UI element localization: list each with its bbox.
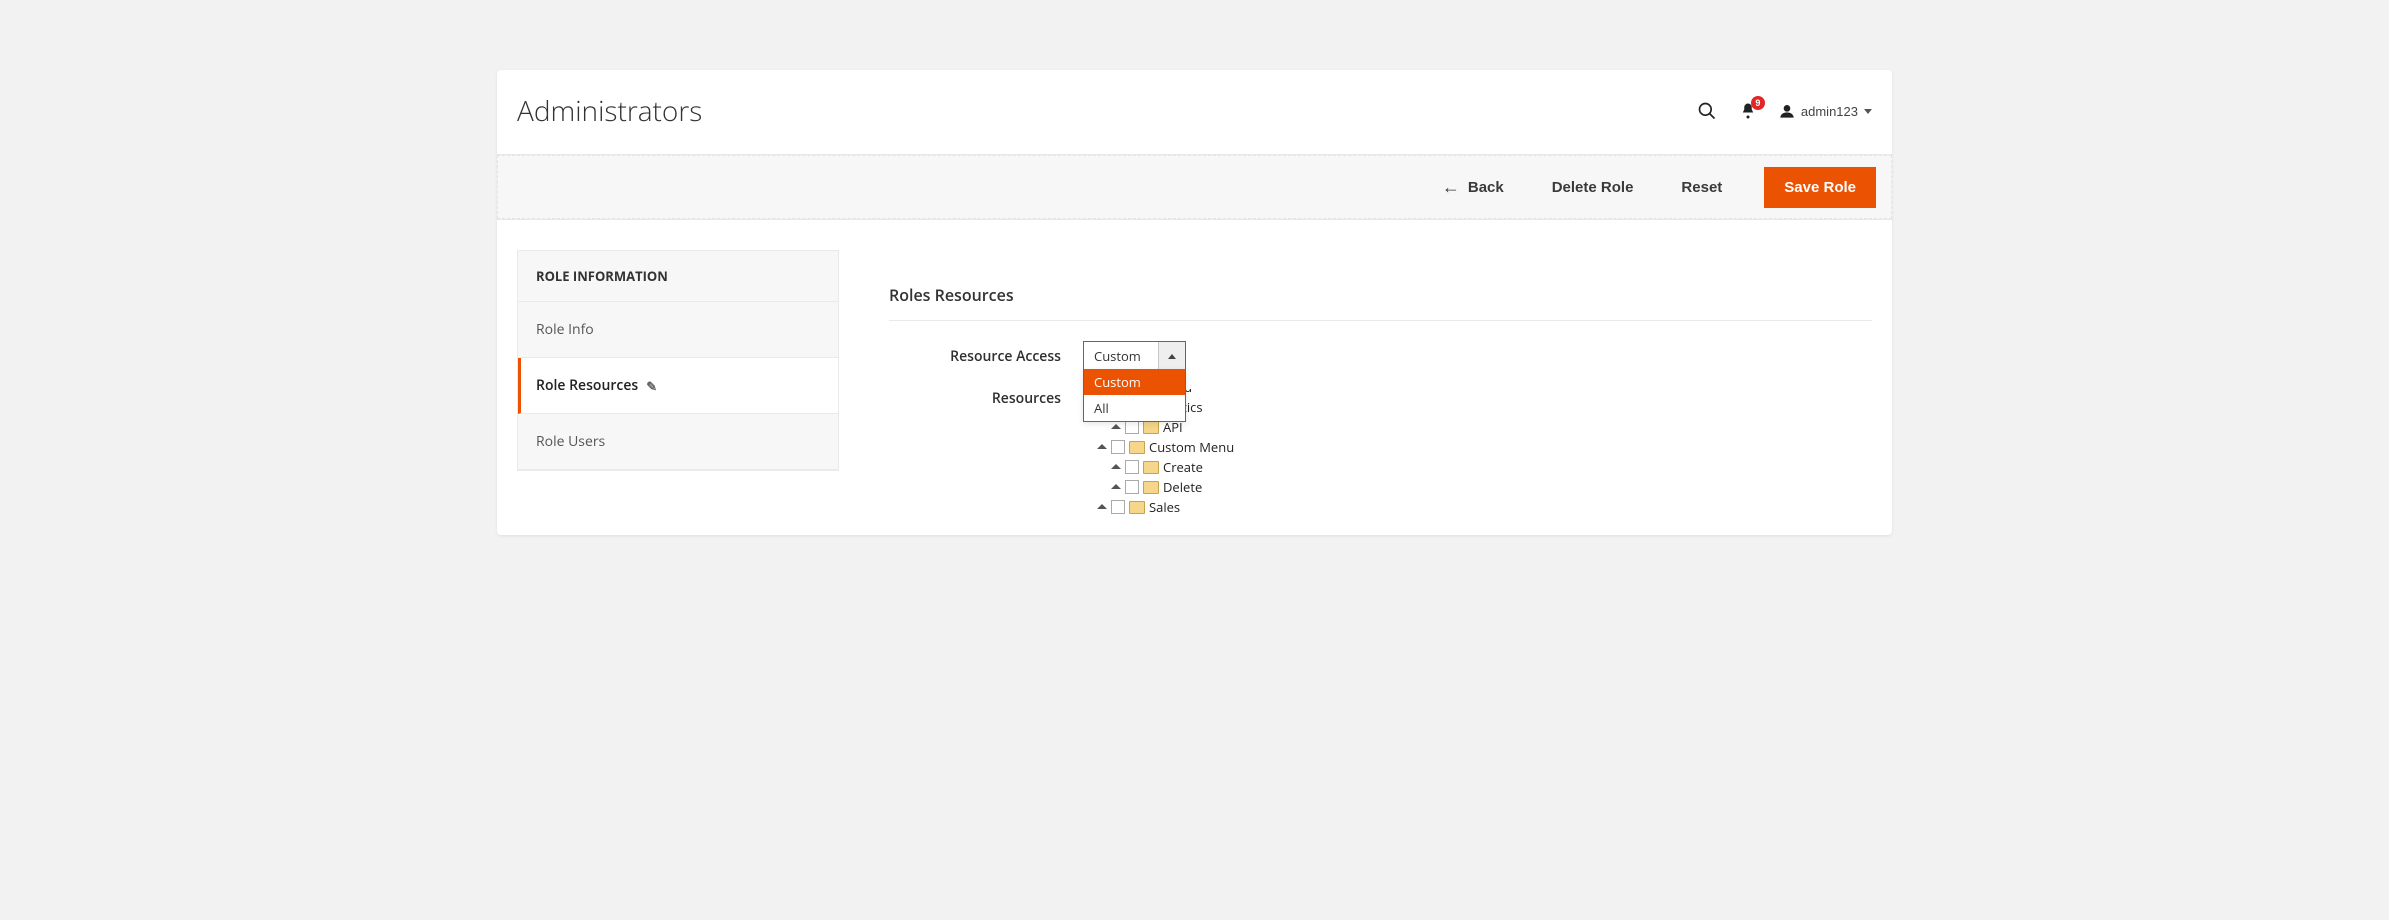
- tree-toggle-icon[interactable]: [1111, 484, 1121, 489]
- delete-role-button[interactable]: Delete Role: [1546, 178, 1640, 197]
- user-menu-button[interactable]: admin123: [1779, 103, 1872, 119]
- tree-toggle-icon[interactable]: [1097, 444, 1107, 449]
- section-title: Roles Resources: [889, 284, 1872, 321]
- action-toolbar: ← Back Delete Role Reset Save Role: [497, 154, 1892, 220]
- tree-node: Delete: [1111, 477, 1234, 497]
- tree-toggle-icon[interactable]: [1097, 504, 1107, 509]
- notifications-badge: 9: [1751, 96, 1765, 110]
- admin-panel: Administrators 9 admi: [497, 70, 1892, 535]
- pencil-icon: ✎: [646, 377, 657, 395]
- resource-access-row: Resource Access Custom Custom All: [889, 341, 1872, 371]
- folder-icon: [1129, 501, 1145, 514]
- tree-label: Sales: [1149, 497, 1180, 517]
- folder-icon: [1143, 461, 1159, 474]
- resource-access-dropdown: Custom All: [1083, 369, 1186, 422]
- dropdown-option-all[interactable]: All: [1084, 395, 1185, 421]
- folder-icon: [1129, 441, 1145, 454]
- folder-icon: [1143, 481, 1159, 494]
- tree-node: Custom Menu Create: [1097, 437, 1234, 497]
- notifications-button[interactable]: 9: [1739, 102, 1757, 120]
- resource-access-label: Resource Access: [889, 341, 1061, 366]
- side-tabs: ROLE INFORMATION Role Info Role Resource…: [517, 250, 839, 471]
- resources-label: Resources: [889, 383, 1061, 408]
- folder-icon: [1143, 421, 1159, 434]
- tree-node: Sales: [1097, 497, 1234, 517]
- resource-access-value: Custom: [1084, 342, 1158, 370]
- tree-label: Create: [1163, 457, 1203, 477]
- caret-down-icon: [1864, 109, 1872, 114]
- resource-access-toggle[interactable]: [1158, 342, 1185, 370]
- caret-up-icon: [1168, 354, 1176, 359]
- tree-node: Create: [1111, 457, 1234, 477]
- reset-button[interactable]: Reset: [1675, 178, 1728, 197]
- panel-body: ROLE INFORMATION Role Info Role Resource…: [497, 220, 1892, 535]
- tree-checkbox[interactable]: [1125, 460, 1139, 474]
- tab-role-users[interactable]: Role Users: [518, 414, 838, 470]
- user-icon: [1779, 103, 1795, 119]
- dropdown-option-custom[interactable]: Custom: [1084, 369, 1185, 395]
- resource-access-select[interactable]: Custom: [1083, 341, 1186, 371]
- content-area: Roles Resources Resource Access Custom C…: [889, 250, 1872, 525]
- tree-checkbox[interactable]: [1111, 500, 1125, 514]
- resource-access-select-wrap: Custom Custom All: [1083, 341, 1186, 371]
- header-actions: 9 admin123: [1697, 101, 1872, 121]
- save-role-button[interactable]: Save Role: [1764, 167, 1876, 208]
- arrow-left-icon: ←: [1442, 178, 1460, 196]
- search-button[interactable]: [1697, 101, 1717, 121]
- tree-checkbox[interactable]: [1125, 420, 1139, 434]
- tree-checkbox[interactable]: [1125, 480, 1139, 494]
- tree-checkbox[interactable]: [1111, 440, 1125, 454]
- tree-toggle-icon[interactable]: [1111, 464, 1121, 469]
- tab-role-resources[interactable]: Role Resources ✎: [518, 358, 838, 414]
- page-title: Administrators: [517, 92, 1697, 130]
- tree-label: Custom Menu: [1149, 437, 1234, 457]
- user-name-label: admin123: [1801, 104, 1858, 119]
- tree-label: Delete: [1163, 477, 1202, 497]
- panel-top: Administrators 9 admi: [497, 70, 1892, 154]
- search-icon: [1697, 101, 1717, 121]
- back-button[interactable]: ← Back: [1436, 177, 1510, 197]
- resources-row: Resources Dashboard Analy: [889, 383, 1872, 517]
- back-label: Back: [1468, 179, 1504, 196]
- side-tabs-title: ROLE INFORMATION: [518, 251, 838, 302]
- tab-role-info[interactable]: Role Info: [518, 302, 838, 358]
- tree-toggle-icon[interactable]: [1111, 424, 1121, 429]
